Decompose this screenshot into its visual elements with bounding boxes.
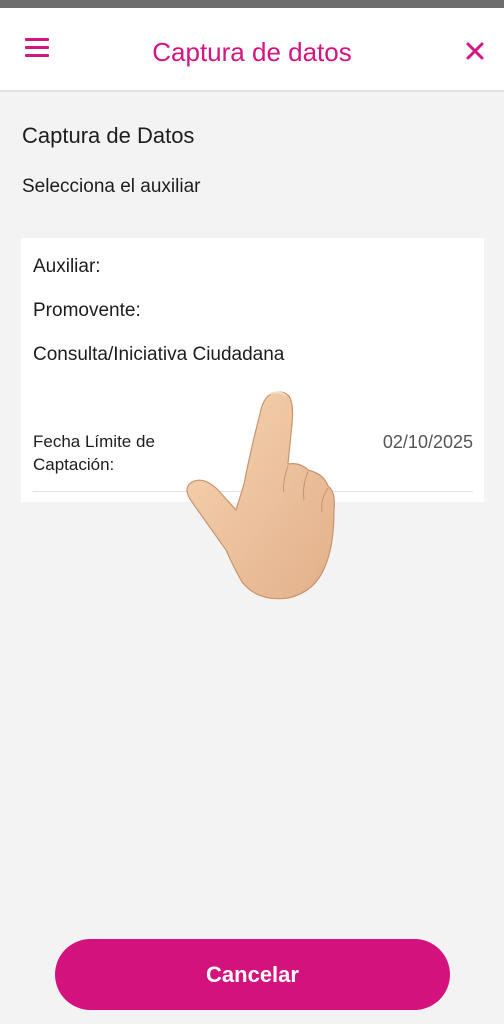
- fecha-limite-value: 02/10/2025: [382, 432, 473, 452]
- cancel-button[interactable]: Cancelar: [55, 939, 450, 1010]
- pointing-hand-icon: [174, 384, 339, 606]
- promovente-label: Promovente:: [33, 300, 141, 321]
- section-subtitle: Selecciona el auxiliar: [22, 176, 201, 197]
- consulta-type-label: Consulta/Iniciativa Ciudadana: [33, 344, 285, 365]
- status-bar: [0, 0, 504, 8]
- close-icon[interactable]: [462, 38, 488, 64]
- app-bar: Captura de datos: [0, 8, 504, 92]
- app-title: Captura de datos: [152, 37, 352, 67]
- auxiliar-label: Auxiliar:: [33, 256, 101, 277]
- section-title: Captura de Datos: [22, 123, 195, 148]
